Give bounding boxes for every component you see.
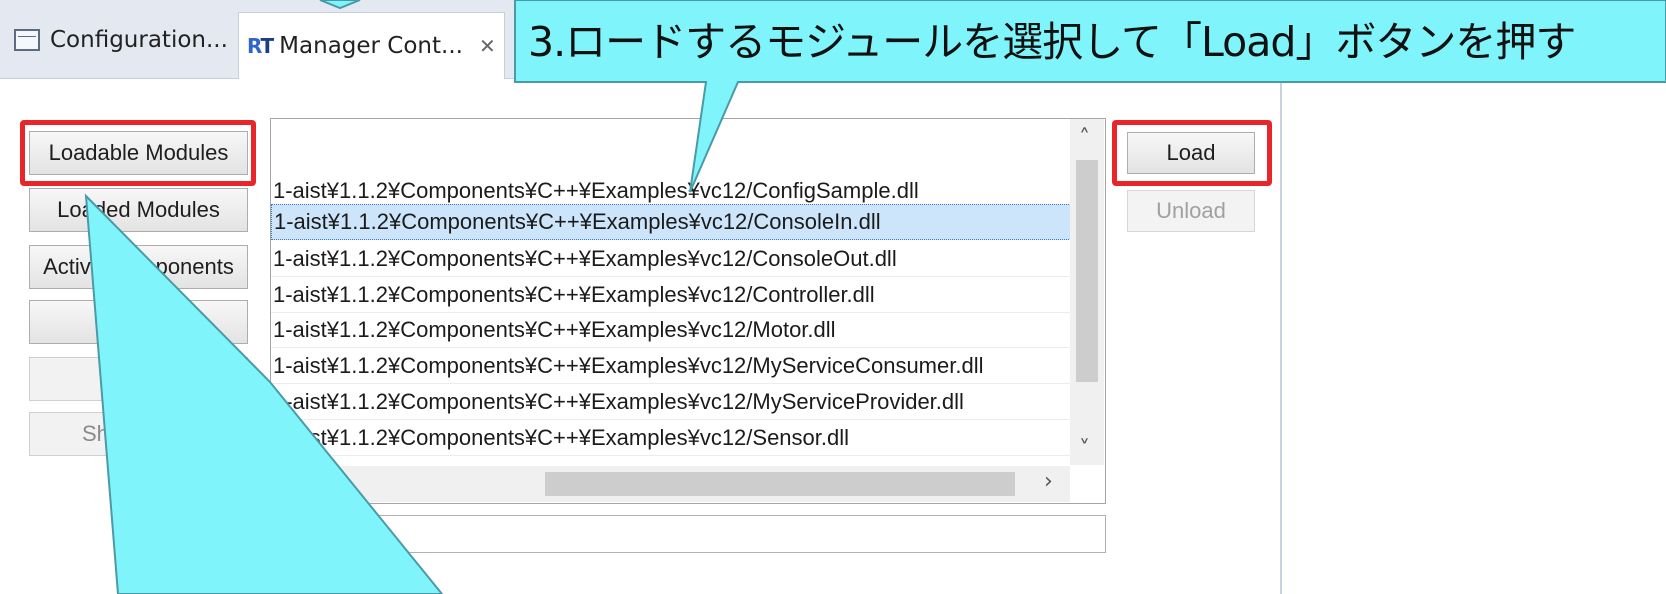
tab-label: Configuration... [50,27,228,53]
module-path-field[interactable] [270,515,1106,553]
scroll-down-icon[interactable]: ˅ [1079,437,1090,462]
left-action-button[interactable] [29,300,248,344]
horizontal-scroll-thumb[interactable] [545,472,1015,496]
list-item[interactable]: 1-aist¥1.1.2¥Components¥C++¥Examples¥vc1… [271,420,1071,456]
unload-button[interactable]: Unload [1127,190,1255,232]
show-button[interactable]: Sh [29,412,248,456]
tab-manager-control[interactable]: RT Manager Cont... ✕ [238,12,505,79]
list-item-selected[interactable]: 1-aist¥1.1.2¥Components¥C++¥Examples¥vc1… [271,204,1071,240]
loadable-modules-highlight [20,120,256,186]
load-button-highlight [1112,120,1272,186]
list-item[interactable]: 1-aist¥1.1.2¥Components¥C++¥Examples¥vc1… [271,277,1071,313]
loaded-modules-button[interactable]: Loaded Modules [29,188,248,232]
list-item[interactable]: 1-aist¥1.1.2¥Components¥C++¥Examples¥vc1… [271,384,1071,420]
tab-label: Manager Cont... [279,33,463,59]
tab-configuration[interactable]: Configuration... [14,10,228,70]
active-components-button[interactable]: Active Components [29,245,248,289]
rt-manager-icon: RT [247,34,274,58]
module-list[interactable]: 1-aist¥1.1.2¥Components¥C++¥Examples¥vc1… [270,118,1106,504]
left-disabled-button[interactable] [29,357,248,401]
list-item[interactable]: 1-aist¥1.1.2¥Components¥C++¥Examples¥vc1… [271,312,1071,348]
scroll-right-icon[interactable]: › [1044,469,1053,494]
list-item[interactable]: 1-aist¥1.1.2¥Components¥C++¥Examples¥vc1… [271,241,1071,277]
vertical-scroll-thumb[interactable] [1076,160,1098,382]
list-item[interactable]: 1-aist¥1.1.2¥Components¥C++¥Examples¥vc1… [271,348,1071,384]
close-icon[interactable]: ✕ [479,34,496,58]
callout-instruction-text: 3.ロードするモジュールを選択して「Load」ボタンを押す [528,18,1576,66]
configuration-view-icon [14,29,40,51]
scroll-up-icon[interactable]: ˄ [1079,126,1090,151]
